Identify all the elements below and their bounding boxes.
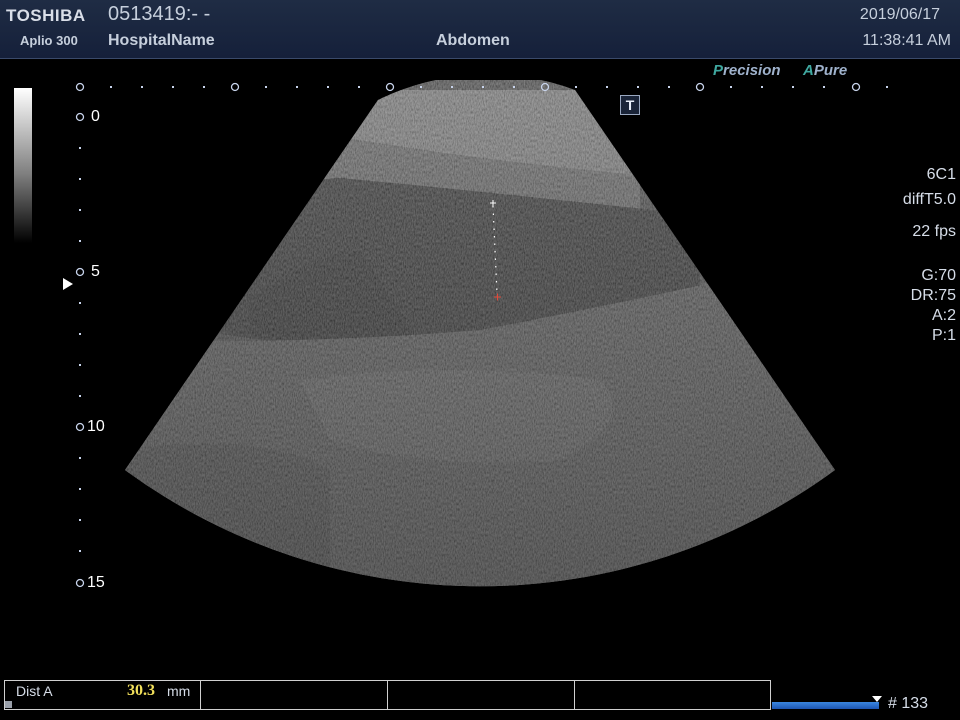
measurement-bar: Dist A 30.3 mm <box>4 680 771 710</box>
depth-label-0: 0 <box>91 108 100 125</box>
depth-label-10: 10 <box>87 418 105 435</box>
measurement-value: 30.3 <box>127 682 155 699</box>
p-value: P:1 <box>931 327 956 344</box>
frame-number: # 133 <box>888 695 929 712</box>
scan-sector <box>125 80 835 587</box>
depth-label-15: 15 <box>87 574 105 591</box>
precision-label: Precision <box>713 62 781 79</box>
grayscale-bar <box>14 88 32 243</box>
measurement-marker <box>5 701 12 708</box>
ultrasound-image <box>75 80 888 588</box>
depth-scale <box>75 112 85 588</box>
measurement-unit: mm <box>167 683 191 699</box>
gain-value: G:70 <box>921 267 956 284</box>
transducer-orientation-marker: T <box>620 95 640 115</box>
a-value: A:2 <box>931 307 956 324</box>
cine-progress-bar[interactable] <box>772 702 879 709</box>
imaging-mode: diffT5.0 <box>902 191 956 208</box>
frame-rate: 22 fps <box>912 223 956 240</box>
apure-label: APure <box>803 62 848 79</box>
dynamic-range: DR:75 <box>910 287 956 304</box>
measurement-cell-3[interactable] <box>388 681 575 709</box>
measurement-cell-dist-a[interactable]: Dist A 30.3 mm <box>5 681 201 709</box>
probe-name: 6C1 <box>926 166 956 183</box>
focus-marker[interactable] <box>63 278 73 290</box>
measurement-cell-4[interactable] <box>575 681 770 709</box>
measurement-label: Dist A <box>16 683 53 699</box>
measurement-cell-2[interactable] <box>201 681 388 709</box>
cine-position-arrow[interactable] <box>872 696 882 702</box>
depth-label-5: 5 <box>91 263 100 280</box>
